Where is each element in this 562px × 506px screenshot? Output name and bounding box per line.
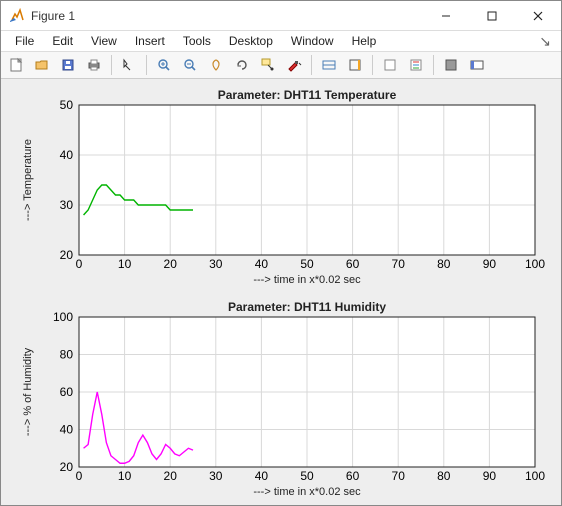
svg-text:---> % of Humidity: ---> % of Humidity — [22, 347, 34, 436]
svg-text:30: 30 — [60, 198, 74, 212]
svg-text:100: 100 — [53, 310, 73, 324]
save-button[interactable] — [57, 54, 79, 76]
svg-text:80: 80 — [437, 257, 451, 271]
svg-text:40: 40 — [60, 148, 74, 162]
window-title: Figure 1 — [31, 9, 423, 23]
svg-text:70: 70 — [392, 469, 406, 483]
svg-text:40: 40 — [60, 423, 74, 437]
svg-text:20: 20 — [60, 248, 74, 262]
close-button[interactable] — [515, 1, 561, 31]
svg-text:Parameter: DHT11 Humidity: Parameter: DHT11 Humidity — [228, 300, 386, 314]
matlab-logo-icon — [9, 8, 25, 24]
menu-help[interactable]: Help — [344, 32, 385, 50]
link-button[interactable] — [318, 54, 340, 76]
maximize-button[interactable] — [469, 1, 515, 31]
svg-text:30: 30 — [209, 257, 223, 271]
figure-canvas[interactable]: Parameter: DHT11 Temperature 0 10 20 30 40 50 6… — [5, 83, 557, 501]
svg-text:60: 60 — [346, 469, 360, 483]
toolbar — [1, 52, 561, 79]
svg-text:70: 70 — [392, 257, 406, 271]
svg-text:---> Temperature: ---> Temperature — [22, 139, 34, 221]
svg-text:---> time in x*0.02 sec: ---> time in x*0.02 sec — [253, 274, 361, 286]
new-figure-button[interactable] — [5, 54, 27, 76]
svg-text:100: 100 — [525, 257, 545, 271]
svg-text:10: 10 — [118, 469, 132, 483]
menu-file[interactable]: File — [7, 32, 42, 50]
toolbar-separator — [433, 55, 434, 75]
colorbar-button[interactable] — [344, 54, 366, 76]
legend-button[interactable] — [379, 54, 401, 76]
svg-text:60: 60 — [346, 257, 360, 271]
hide-tools-button[interactable] — [440, 54, 462, 76]
show-tools-button[interactable] — [466, 54, 488, 76]
svg-text:40: 40 — [255, 469, 269, 483]
menubar: File Edit View Insert Tools Desktop Wind… — [1, 31, 561, 52]
svg-text:Parameter: DHT11 Temperature: Parameter: DHT11 Temperature — [218, 88, 397, 102]
svg-text:20: 20 — [60, 460, 74, 474]
window-controls — [423, 1, 561, 31]
menu-insert[interactable]: Insert — [127, 32, 173, 50]
pan-button[interactable] — [205, 54, 227, 76]
data-cursor-button[interactable] — [257, 54, 279, 76]
figure-area: Parameter: DHT11 Temperature 0 10 20 30 40 50 6… — [1, 79, 561, 505]
rotate-button[interactable] — [231, 54, 253, 76]
toolbar-separator — [146, 55, 147, 75]
brush-button[interactable] — [283, 54, 305, 76]
menu-desktop[interactable]: Desktop — [221, 32, 281, 50]
svg-text:40: 40 — [255, 257, 269, 271]
zoom-out-button[interactable] — [179, 54, 201, 76]
open-button[interactable] — [31, 54, 53, 76]
svg-text:50: 50 — [60, 98, 74, 112]
figure-window: Figure 1 File Edit View Insert Tools Des… — [0, 0, 562, 506]
axes-props-button[interactable] — [405, 54, 427, 76]
toolbar-separator — [111, 55, 112, 75]
svg-text:60: 60 — [60, 385, 74, 399]
svg-text:80: 80 — [60, 348, 74, 362]
edit-plot-button[interactable] — [118, 54, 140, 76]
svg-text:0: 0 — [76, 257, 83, 271]
toolbar-separator — [311, 55, 312, 75]
dock-icon[interactable]: ↘ — [535, 33, 555, 50]
menu-edit[interactable]: Edit — [44, 32, 81, 50]
toolbar-separator — [372, 55, 373, 75]
menu-view[interactable]: View — [83, 32, 125, 50]
minimize-button[interactable] — [423, 1, 469, 31]
plots-svg: Parameter: DHT11 Temperature 0 10 20 30 40 50 6… — [5, 83, 555, 501]
svg-text:80: 80 — [437, 469, 451, 483]
svg-text:---> time in x*0.02 sec: ---> time in x*0.02 sec — [253, 486, 361, 498]
svg-text:90: 90 — [483, 469, 497, 483]
menu-window[interactable]: Window — [283, 32, 342, 50]
svg-text:30: 30 — [209, 469, 223, 483]
titlebar: Figure 1 — [1, 1, 561, 31]
zoom-in-button[interactable] — [153, 54, 175, 76]
print-button[interactable] — [83, 54, 105, 76]
svg-text:10: 10 — [118, 257, 132, 271]
menu-tools[interactable]: Tools — [175, 32, 219, 50]
svg-text:20: 20 — [164, 469, 178, 483]
svg-text:0: 0 — [76, 469, 83, 483]
svg-text:50: 50 — [300, 469, 314, 483]
svg-text:50: 50 — [300, 257, 314, 271]
svg-text:100: 100 — [525, 469, 545, 483]
svg-text:20: 20 — [164, 257, 178, 271]
svg-text:90: 90 — [483, 257, 497, 271]
